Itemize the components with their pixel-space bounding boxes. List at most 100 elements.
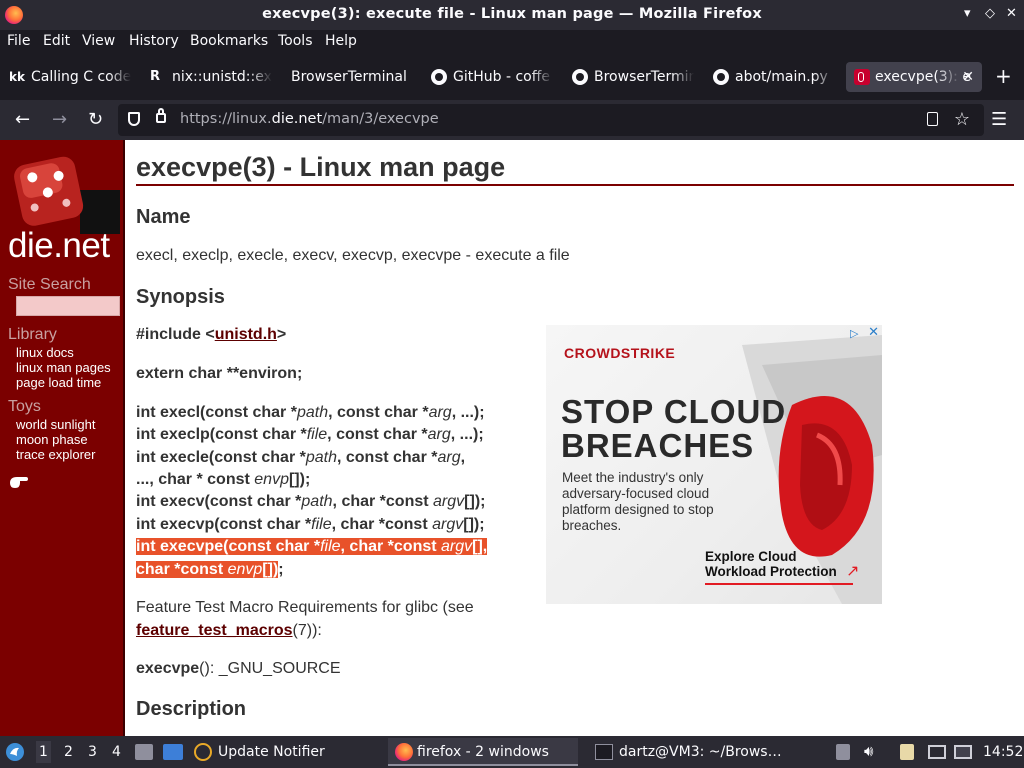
tab-label: BrowserTerminal bbox=[291, 69, 407, 85]
link-world-sunlight[interactable]: world sunlight bbox=[16, 417, 96, 432]
tab-github-coffee[interactable]: GitHub - coffe bbox=[431, 62, 553, 92]
firefox-task-label[interactable]: firefox - 2 windows bbox=[417, 744, 549, 760]
feature-test-text: Feature Test Macro Requirements for glib… bbox=[136, 599, 474, 616]
lock-icon[interactable] bbox=[156, 108, 166, 123]
page-viewport: die.net Site Search Library linux docs l… bbox=[0, 140, 1024, 736]
file-manager-icon[interactable] bbox=[135, 744, 153, 760]
crowdstrike-ad[interactable]: CROWDSTRIKE STOP CLOUD BREACHES Meet the … bbox=[546, 325, 882, 604]
terminal-icon bbox=[595, 744, 613, 760]
prototype-execlp: int execlp(const char *file, const char … bbox=[136, 426, 484, 443]
feature-test-macros-link[interactable]: feature_test_macros bbox=[136, 622, 293, 639]
title-bar: execvpe(3): execute file - Linux man pag… bbox=[0, 0, 1024, 30]
tracking-protection-shield-icon[interactable] bbox=[128, 112, 140, 126]
desktop-icon[interactable] bbox=[163, 744, 183, 760]
menu-edit[interactable]: Edit bbox=[43, 33, 70, 49]
update-notifier-task[interactable]: Update Notifier bbox=[218, 744, 325, 760]
reload-icon[interactable]: ↻ bbox=[88, 109, 103, 130]
menu-help[interactable]: Help bbox=[325, 33, 357, 49]
page-title: execvpe(3) - Linux man page bbox=[136, 152, 506, 182]
prototype-execv: int execv(const char *path, char *const … bbox=[136, 493, 486, 510]
hamburger-menu-icon[interactable]: ☰ bbox=[991, 109, 1007, 130]
minimize-button[interactable]: ▾ bbox=[964, 6, 971, 21]
ad-headline: STOP CLOUD BREACHES bbox=[561, 393, 787, 464]
tab-browserterminal[interactable]: BrowserTerminal bbox=[270, 62, 420, 92]
window-title: execvpe(3): execute file - Linux man pag… bbox=[262, 6, 762, 22]
tab-nix-unistd[interactable]: R nix::unistd::ex bbox=[150, 62, 272, 92]
execvpe-requirement: execvpe(): _GNU_SOURCE bbox=[136, 660, 341, 677]
prototype-execl: int execl(const char *path, const char *… bbox=[136, 404, 485, 421]
workspace-2[interactable]: 2 bbox=[64, 744, 73, 760]
menu-tools[interactable]: Tools bbox=[278, 33, 313, 49]
restore-button[interactable]: ◇ bbox=[985, 6, 995, 21]
firefox-task-icon bbox=[395, 743, 413, 761]
clock[interactable]: 14:52 bbox=[983, 744, 1023, 760]
site-name[interactable]: die.net bbox=[8, 226, 110, 266]
prototype-execvpe-2: char *const envp[]); bbox=[136, 561, 284, 578]
unistd-h-link[interactable]: unistd.h bbox=[215, 326, 277, 343]
ad-brand: CROWDSTRIKE bbox=[564, 345, 676, 361]
github-icon bbox=[431, 69, 447, 85]
menu-view[interactable]: View bbox=[82, 33, 115, 49]
url-bar[interactable]: https://linux.die.net/man/3/execvpe ☆ bbox=[118, 104, 984, 136]
prototype-execle-2: ..., char * const envp[]); bbox=[136, 471, 311, 488]
url-text[interactable]: https://linux.die.net/man/3/execvpe bbox=[180, 111, 439, 127]
toys-heading: Toys bbox=[8, 398, 41, 415]
library-heading: Library bbox=[8, 326, 57, 343]
menu-bar: File Edit View History Bookmarks Tools H… bbox=[0, 30, 1024, 54]
link-moon-phase[interactable]: moon phase bbox=[16, 432, 88, 447]
clipboard-icon[interactable] bbox=[836, 744, 850, 760]
tab-calling-c-code[interactable]: kk Calling C code bbox=[9, 62, 131, 92]
taskbar: 1 2 3 4 Update Notifier firefox - 2 wind… bbox=[0, 736, 1024, 768]
close-tab-icon[interactable]: ✕ bbox=[962, 69, 974, 85]
name-heading: Name bbox=[136, 206, 191, 228]
close-window-button[interactable]: ✕ bbox=[1006, 6, 1017, 21]
network-icon[interactable] bbox=[928, 745, 946, 759]
site-search-label: Site Search bbox=[8, 276, 91, 293]
tab-execvpe-active[interactable]: execvpe(3): e ✕ bbox=[846, 62, 982, 92]
tab-github-browserterminal[interactable]: BrowserTermin bbox=[572, 62, 694, 92]
ad-body-text: Meet the industry's only adversary-focus… bbox=[562, 470, 714, 533]
hand-pointer-icon bbox=[10, 477, 28, 488]
link-page-load-time[interactable]: page load time bbox=[16, 375, 101, 390]
bookmark-star-icon[interactable]: ☆ bbox=[954, 109, 970, 130]
start-menu-icon[interactable] bbox=[5, 742, 25, 762]
kk-icon: kk bbox=[9, 70, 25, 84]
volume-icon[interactable]: 🔊︎ bbox=[864, 742, 873, 760]
workspace-1[interactable]: 1 bbox=[36, 741, 51, 763]
synopsis-heading: Synopsis bbox=[136, 286, 225, 308]
notes-icon[interactable] bbox=[900, 744, 914, 760]
include-line: #include <unistd.h> bbox=[136, 326, 287, 343]
link-trace-explorer[interactable]: trace explorer bbox=[16, 447, 95, 462]
github-icon bbox=[713, 69, 729, 85]
rust-doc-icon: R bbox=[150, 69, 161, 84]
dienet-favicon-icon bbox=[854, 69, 870, 85]
ad-cta-text[interactable]: Explore Cloud Workload Protection bbox=[705, 549, 855, 579]
prototype-execvpe-1: int execvpe(const char *file, char *cons… bbox=[136, 538, 488, 555]
link-linux-man-pages[interactable]: linux man pages bbox=[16, 360, 111, 375]
terminal-task-label[interactable]: dartz@VM3: ~/Brows… bbox=[619, 744, 782, 760]
link-linux-docs[interactable]: linux docs bbox=[16, 345, 74, 360]
forward-arrow-icon[interactable]: → bbox=[52, 109, 67, 130]
tab-github-abot[interactable]: abot/main.py bbox=[713, 62, 835, 92]
navigation-bar: ← → ↻ https://linux.die.net/man/3/execvp… bbox=[0, 100, 1024, 140]
sidebar: die.net Site Search Library linux docs l… bbox=[0, 140, 125, 736]
menu-file[interactable]: File bbox=[7, 33, 30, 49]
update-notifier-icon[interactable] bbox=[194, 743, 212, 761]
tab-strip: kk Calling C code R nix::unistd::ex Brow… bbox=[0, 54, 1024, 100]
site-search-input[interactable] bbox=[16, 296, 120, 316]
adchoices-icon[interactable]: ▷ bbox=[850, 327, 862, 340]
feature-test-line: feature_test_macros(7)): bbox=[136, 622, 322, 639]
dice-logo-icon bbox=[14, 156, 120, 234]
name-text: execl, execlp, execle, execv, execvp, ex… bbox=[136, 247, 570, 264]
ad-close-icon[interactable]: ✕ bbox=[868, 325, 879, 340]
workspace-3[interactable]: 3 bbox=[88, 744, 97, 760]
description-heading: Description bbox=[136, 698, 247, 720]
extern-line: extern char **environ; bbox=[136, 365, 303, 382]
new-tab-button[interactable]: + bbox=[995, 64, 1012, 88]
menu-bookmarks[interactable]: Bookmarks bbox=[190, 33, 268, 49]
menu-history[interactable]: History bbox=[129, 33, 179, 49]
display-icon[interactable] bbox=[954, 745, 972, 759]
workspace-4[interactable]: 4 bbox=[112, 744, 121, 760]
reader-view-icon[interactable] bbox=[927, 112, 938, 126]
back-arrow-icon[interactable]: ← bbox=[15, 109, 30, 130]
